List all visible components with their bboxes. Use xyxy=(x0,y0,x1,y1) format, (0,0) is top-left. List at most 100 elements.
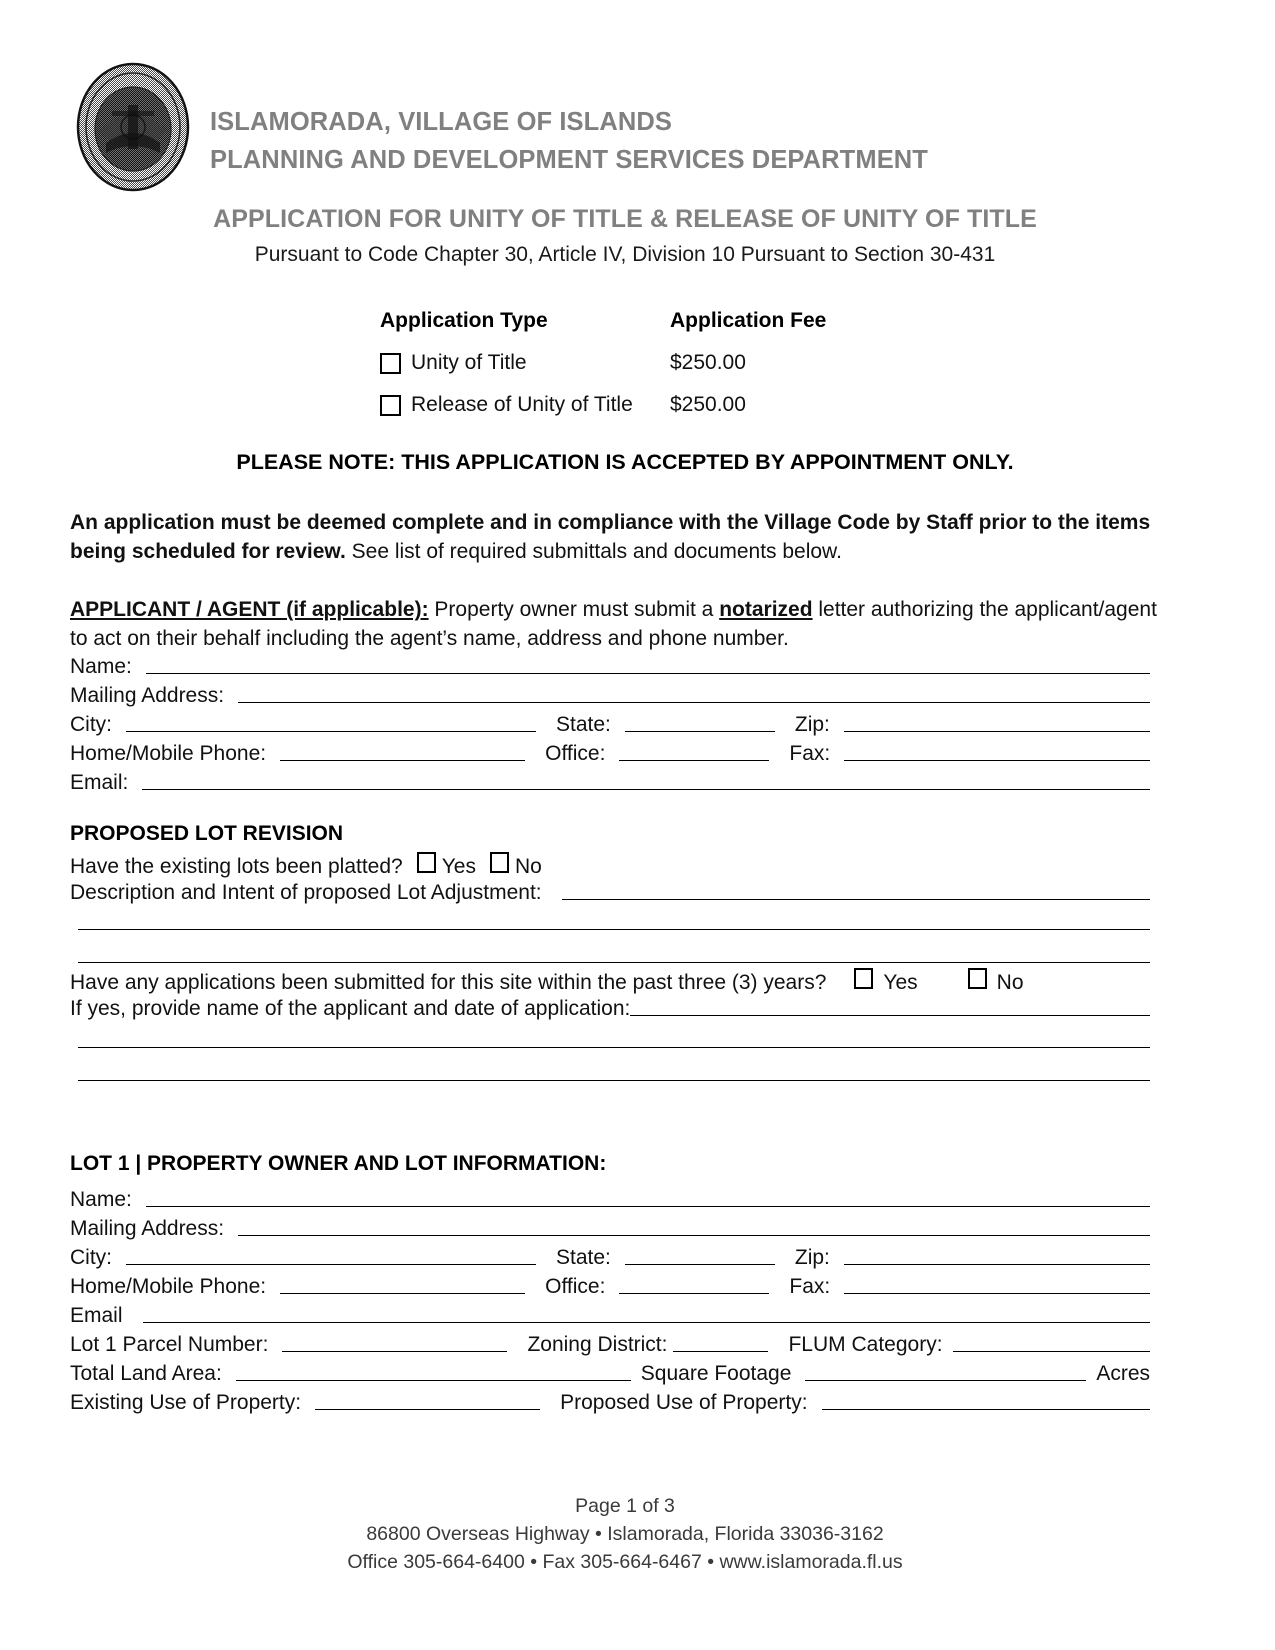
column-header-type: Application Type xyxy=(380,309,548,332)
lot1-email-row: Email xyxy=(70,1304,1150,1333)
checkbox-prior-apps-no[interactable] xyxy=(967,968,987,989)
fee-release-of-unity-of-title: $250.00 xyxy=(670,393,746,416)
lot1-email-label: Email xyxy=(70,1304,123,1327)
lot1-existing-use-input[interactable] xyxy=(315,1408,541,1410)
applicant-state-label: State: xyxy=(556,713,611,736)
page-footer: Page 1 of 3 86800 Overseas Highway • Isl… xyxy=(70,1492,1180,1576)
lot1-city-label: City: xyxy=(70,1246,112,1269)
lot1-zip-input[interactable] xyxy=(843,1263,1150,1265)
platted-question-row: Have the existing lots been platted? Yes… xyxy=(70,852,542,881)
lot1-parcel-zoning-flum-row: Lot 1 Parcel Number: Zoning District: FL… xyxy=(70,1333,1150,1362)
label-platted-yes: Yes xyxy=(441,855,476,878)
lot1-square-footage-input[interactable] xyxy=(805,1379,1087,1381)
lot1-phone-row: Home/Mobile Phone: Office: Fax: xyxy=(70,1275,1150,1304)
checkbox-release-of-unity-of-title[interactable] xyxy=(380,394,401,416)
applicant-phone-row: Home/Mobile Phone: Office: Fax: xyxy=(70,742,1150,771)
lot1-mailing-address-input[interactable] xyxy=(238,1234,1150,1236)
lot1-proposed-use-label: Proposed Use of Property: xyxy=(560,1391,808,1414)
applicant-city-input[interactable] xyxy=(126,730,536,732)
lot1-email-input[interactable] xyxy=(142,1321,1150,1323)
page-subtitle: Pursuant to Code Chapter 30, Article IV,… xyxy=(254,243,996,266)
applicant-fax-input[interactable] xyxy=(844,759,1150,761)
applicant-name-row: Name: xyxy=(70,655,1150,684)
lot1-land-area-row: Total Land Area: Square Footage Acres xyxy=(70,1362,1150,1391)
org-line-department: PLANNING AND DEVELOPMENT SERVICES DEPART… xyxy=(210,146,928,174)
section-heading-lot-1: LOT 1 | PROPERTY OWNER AND LOT INFORMATI… xyxy=(70,1152,607,1175)
lot1-city-input[interactable] xyxy=(126,1263,536,1265)
lot1-total-land-area-label: Total Land Area: xyxy=(70,1362,222,1385)
label-prior-apps-no: No xyxy=(996,971,1024,994)
applicant-office-label: Office: xyxy=(545,742,606,765)
if-yes-applicant-label: If yes, provide name of the applicant an… xyxy=(70,997,631,1020)
lot1-square-footage-label: Square Footage xyxy=(640,1362,792,1385)
applicant-city-label: City: xyxy=(70,713,112,736)
lot1-zoning-district-input[interactable] xyxy=(673,1350,769,1352)
lot1-fax-label: Fax: xyxy=(789,1275,831,1298)
page-title: APPLICATION FOR UNITY OF TITLE & RELEASE… xyxy=(213,205,1037,233)
table-row: Release of Unity of Title $250.00 xyxy=(380,384,940,426)
lot1-state-input[interactable] xyxy=(624,1263,775,1265)
applicant-email-input[interactable] xyxy=(142,788,1150,790)
application-type-table: Application Type Application Fee Unity o… xyxy=(380,300,940,426)
applicant-name-input[interactable] xyxy=(145,672,1150,674)
village-seal-icon xyxy=(72,61,194,194)
fee-unity-of-title: $250.00 xyxy=(670,351,746,374)
lot1-mailing-address-label: Mailing Address: xyxy=(70,1217,225,1240)
lot1-fax-input[interactable] xyxy=(844,1292,1150,1294)
lot1-home-phone-label: Home/Mobile Phone: xyxy=(70,1275,267,1298)
checkbox-platted-no[interactable] xyxy=(489,852,509,873)
appointment-only-notice: PLEASE NOTE: THIS APPLICATION IS ACCEPTE… xyxy=(236,450,1014,474)
lot-adjustment-description-input[interactable] xyxy=(561,898,1150,900)
lot1-name-input[interactable] xyxy=(145,1205,1150,1207)
applicant-office-input[interactable] xyxy=(619,759,770,761)
lot1-name-label: Name: xyxy=(70,1188,132,1211)
lot1-zip-label: Zip: xyxy=(794,1246,830,1269)
lot1-home-phone-input[interactable] xyxy=(280,1292,526,1294)
if-yes-applicant-row: If yes, provide name of the applicant an… xyxy=(70,997,1150,1026)
lot1-parcel-number-input[interactable] xyxy=(282,1350,508,1352)
document-page: ISLAMORADA, VILLAGE OF ISLANDS PLANNING … xyxy=(0,0,1275,1650)
checkbox-platted-yes[interactable] xyxy=(416,852,436,873)
if-yes-line-3[interactable] xyxy=(78,1080,1150,1081)
applicant-home-phone-input[interactable] xyxy=(280,759,526,761)
applicant-email-row: Email: xyxy=(70,771,1150,800)
applicant-zip-label: Zip: xyxy=(794,713,830,736)
lot1-flum-category-input[interactable] xyxy=(952,1350,1150,1352)
applicant-state-input[interactable] xyxy=(624,730,775,732)
lot1-mailing-address-row: Mailing Address: xyxy=(70,1217,1150,1246)
if-yes-line-2[interactable] xyxy=(78,1047,1150,1048)
lot1-state-label: State: xyxy=(556,1246,611,1269)
prior-applications-label: Have any applications been submitted for… xyxy=(70,971,827,994)
label-release-of-unity-of-title: Release of Unity of Title xyxy=(411,393,633,416)
lot-adjustment-description-row: Description and Intent of proposed Lot A… xyxy=(70,881,1150,910)
lot1-total-land-area-input[interactable] xyxy=(235,1379,631,1381)
compliance-paragraph: An application must be deemed complete a… xyxy=(70,508,1180,566)
prior-applications-row: Have any applications been submitted for… xyxy=(70,968,1150,997)
label-unity-of-title: Unity of Title xyxy=(411,351,527,374)
applicant-mailing-address-row: Mailing Address: xyxy=(70,684,1150,713)
label-platted-no: No xyxy=(514,855,542,878)
applicant-home-phone-label: Home/Mobile Phone: xyxy=(70,742,267,765)
applicant-mailing-address-input[interactable] xyxy=(238,701,1150,703)
page-content: ISLAMORADA, VILLAGE OF ISLANDS PLANNING … xyxy=(70,0,1180,1650)
lot1-proposed-use-input[interactable] xyxy=(821,1408,1150,1410)
applicant-agent-label: APPLICANT / AGENT (if applicable): xyxy=(70,598,429,621)
applicant-zip-input[interactable] xyxy=(843,730,1150,732)
lot1-use-of-property-row: Existing Use of Property: Proposed Use o… xyxy=(70,1391,1150,1420)
applicant-email-label: Email: xyxy=(70,771,129,794)
org-line-village: ISLAMORADA, VILLAGE OF ISLANDS xyxy=(210,108,672,136)
checkbox-unity-of-title[interactable] xyxy=(380,352,401,374)
lot-adjustment-description-line-3[interactable] xyxy=(78,962,1150,963)
lot-adjustment-description-label: Description and Intent of proposed Lot A… xyxy=(70,881,542,904)
lot1-parcel-number-label: Lot 1 Parcel Number: xyxy=(70,1333,269,1356)
if-yes-applicant-input[interactable] xyxy=(630,1014,1150,1016)
page-number: Page 1 of 3 xyxy=(575,1495,675,1517)
checkbox-prior-apps-yes[interactable] xyxy=(854,968,874,989)
lot1-office-input[interactable] xyxy=(619,1292,770,1294)
platted-question-label: Have the existing lots been platted? xyxy=(70,855,403,878)
table-row: Unity of Title $250.00 xyxy=(380,342,940,384)
lot1-name-row: Name: xyxy=(70,1188,1150,1217)
lot1-existing-use-label: Existing Use of Property: xyxy=(70,1391,302,1414)
lot-adjustment-description-line-2[interactable] xyxy=(78,929,1150,930)
lot1-city-state-zip-row: City: State: Zip: xyxy=(70,1246,1150,1275)
